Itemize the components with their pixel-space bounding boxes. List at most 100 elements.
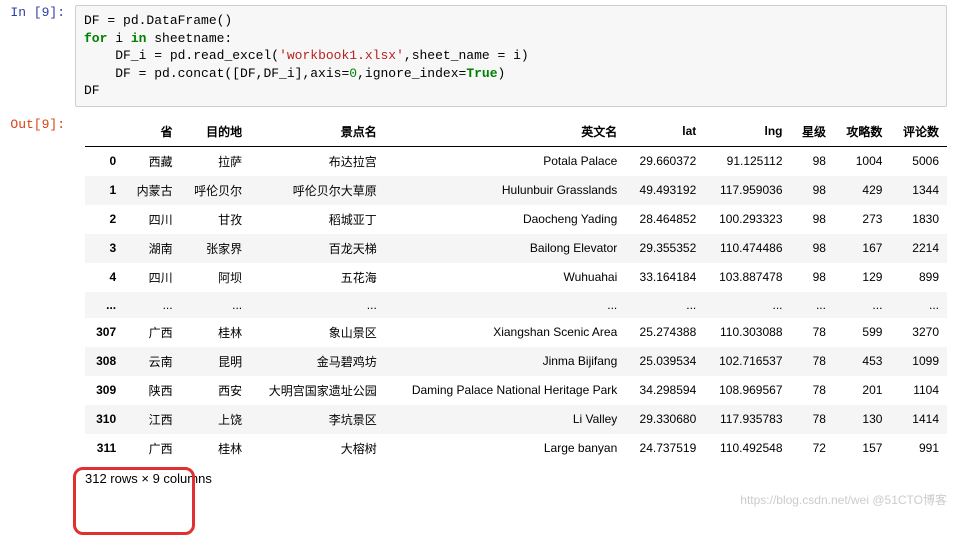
- watermark-text: https://blog.csdn.net/wei @51CTO博客: [740, 491, 947, 508]
- table-cell: 布达拉宫: [250, 146, 385, 176]
- col-header: 景点名: [250, 117, 385, 147]
- table-cell: 呼伦贝尔大草原: [250, 176, 385, 205]
- table-cell: 四川: [124, 263, 180, 292]
- table-cell: 五花海: [250, 263, 385, 292]
- dataframe-table: 省 目的地 景点名 英文名 lat lng 星级 攻略数 评论数 0西藏拉萨布达…: [85, 117, 947, 463]
- shape-label: 312 rows × 9 columns: [85, 463, 947, 486]
- table-cell: 167: [834, 234, 890, 263]
- table-cell: 江西: [124, 405, 180, 434]
- table-cell: Jinma Bijifang: [385, 347, 625, 376]
- table-cell: 呼伦贝尔: [181, 176, 251, 205]
- row-index: 0: [85, 146, 124, 176]
- table-cell: 98: [791, 176, 834, 205]
- table-cell: 98: [791, 234, 834, 263]
- row-index: 311: [85, 434, 124, 463]
- table-cell: 四川: [124, 205, 180, 234]
- ellipsis-cell: ...: [250, 292, 385, 318]
- table-cell: Li Valley: [385, 405, 625, 434]
- table-cell: 108.969567: [704, 376, 790, 405]
- output-cell: Out[9]: 省 目的地 景点名 英文名 lat lng 星级 攻略数 评论数…: [0, 107, 957, 516]
- col-header: lat: [625, 117, 704, 147]
- table-cell: 117.959036: [704, 176, 790, 205]
- table-cell: 云南: [124, 347, 180, 376]
- ellipsis-cell: ...: [890, 292, 947, 318]
- table-cell: Xiangshan Scenic Area: [385, 318, 625, 347]
- table-cell: 桂林: [181, 434, 251, 463]
- table-cell: 甘孜: [181, 205, 251, 234]
- table-cell: 991: [890, 434, 947, 463]
- table-cell: 49.493192: [625, 176, 704, 205]
- table-cell: 599: [834, 318, 890, 347]
- table-cell: 张家界: [181, 234, 251, 263]
- table-cell: 1414: [890, 405, 947, 434]
- table-cell: 阿坝: [181, 263, 251, 292]
- col-header: 省: [124, 117, 180, 147]
- table-cell: 广西: [124, 318, 180, 347]
- table-cell: 117.935783: [704, 405, 790, 434]
- table-cell: Daocheng Yading: [385, 205, 625, 234]
- table-row: 1内蒙古呼伦贝尔呼伦贝尔大草原Hulunbuir Grasslands49.49…: [85, 176, 947, 205]
- table-cell: 110.303088: [704, 318, 790, 347]
- col-header: 评论数: [890, 117, 947, 147]
- table-cell: 78: [791, 405, 834, 434]
- table-cell: 24.737519: [625, 434, 704, 463]
- table-row: 4四川阿坝五花海Wuhuahai33.164184103.88747898129…: [85, 263, 947, 292]
- table-cell: 78: [791, 347, 834, 376]
- code-input[interactable]: DF = pd.DataFrame() for i in sheetname: …: [75, 5, 947, 107]
- table-cell: 陕西: [124, 376, 180, 405]
- out-prompt: Out[9]:: [0, 117, 75, 516]
- table-cell: 大榕树: [250, 434, 385, 463]
- table-cell: 130: [834, 405, 890, 434]
- table-cell: 2214: [890, 234, 947, 263]
- col-header: 英文名: [385, 117, 625, 147]
- table-cell: 桂林: [181, 318, 251, 347]
- table-cell: 453: [834, 347, 890, 376]
- table-cell: 3270: [890, 318, 947, 347]
- index-header: [85, 117, 124, 147]
- table-cell: 1099: [890, 347, 947, 376]
- table-cell: 百龙天梯: [250, 234, 385, 263]
- table-cell: 98: [791, 146, 834, 176]
- table-cell: Large banyan: [385, 434, 625, 463]
- ellipsis-cell: ...: [704, 292, 790, 318]
- table-cell: 110.492548: [704, 434, 790, 463]
- table-cell: 1104: [890, 376, 947, 405]
- code-cell: In [9]: DF = pd.DataFrame() for i in she…: [0, 0, 957, 107]
- table-cell: 25.039534: [625, 347, 704, 376]
- output-area: 省 目的地 景点名 英文名 lat lng 星级 攻略数 评论数 0西藏拉萨布达…: [75, 117, 957, 516]
- table-cell: 98: [791, 205, 834, 234]
- table-row: 0西藏拉萨布达拉宫Potala Palace29.66037291.125112…: [85, 146, 947, 176]
- table-cell: 29.330680: [625, 405, 704, 434]
- table-cell: Wuhuahai: [385, 263, 625, 292]
- row-index: 3: [85, 234, 124, 263]
- table-cell: 201: [834, 376, 890, 405]
- row-index: 1: [85, 176, 124, 205]
- ellipsis-cell: ...: [124, 292, 180, 318]
- table-cell: 1344: [890, 176, 947, 205]
- table-cell: Bailong Elevator: [385, 234, 625, 263]
- table-row: 2四川甘孜稻城亚丁Daocheng Yading28.464852100.293…: [85, 205, 947, 234]
- table-cell: 象山景区: [250, 318, 385, 347]
- table-cell: 西藏: [124, 146, 180, 176]
- table-cell: 1830: [890, 205, 947, 234]
- table-cell: 34.298594: [625, 376, 704, 405]
- table-cell: 78: [791, 376, 834, 405]
- table-cell: 29.660372: [625, 146, 704, 176]
- table-cell: 昆明: [181, 347, 251, 376]
- col-header: 目的地: [181, 117, 251, 147]
- in-prompt: In [9]:: [0, 5, 75, 107]
- ellipsis-cell: ...: [791, 292, 834, 318]
- table-cell: 内蒙古: [124, 176, 180, 205]
- table-cell: 稻城亚丁: [250, 205, 385, 234]
- table-cell: 西安: [181, 376, 251, 405]
- table-cell: 129: [834, 263, 890, 292]
- table-cell: 1004: [834, 146, 890, 176]
- table-row: 3湖南张家界百龙天梯Bailong Elevator29.355352110.4…: [85, 234, 947, 263]
- table-row: 308云南昆明金马碧鸡坊Jinma Bijifang25.039534102.7…: [85, 347, 947, 376]
- row-index: 307: [85, 318, 124, 347]
- col-header: 攻略数: [834, 117, 890, 147]
- ellipsis-cell: ...: [181, 292, 251, 318]
- table-cell: 33.164184: [625, 263, 704, 292]
- table-cell: 29.355352: [625, 234, 704, 263]
- table-cell: 25.274388: [625, 318, 704, 347]
